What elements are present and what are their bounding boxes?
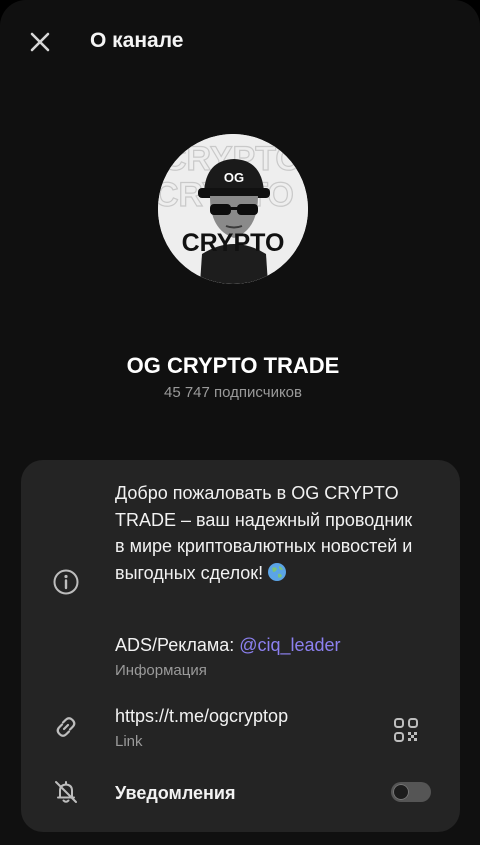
notifications-label: Уведомления (115, 783, 236, 803)
globe-icon (268, 562, 287, 581)
qr-code-icon (394, 718, 418, 742)
channel-info-screen: О канале CRYPTO CRYPTO OG CRYPTO (0, 0, 480, 845)
avatar-cap-text: OG (224, 170, 244, 185)
subscriber-count: 45 747 подписчиков (163, 384, 302, 401)
bell-off-icon (51, 777, 81, 807)
ads-handle-link[interactable]: @ciq_leader (239, 635, 340, 655)
ads-line: ADS/Реклама: @ciq_leader (115, 633, 341, 657)
avatar-image: CRYPTO CRYPTO OG CRYPTO (158, 134, 308, 284)
description-text: Добро пожаловать в OG CRYPTO TRADE – ваш… (115, 483, 413, 583)
avatar-main-text: CRYPTO (182, 229, 285, 257)
qr-code-button[interactable] (389, 713, 423, 747)
toggle-knob (393, 784, 409, 800)
channel-description: Добро пожаловать в OG CRYPTO TRADE – ваш… (115, 480, 415, 586)
close-button[interactable] (26, 28, 54, 56)
info-icon (51, 567, 81, 597)
notifications-toggle[interactable] (391, 782, 431, 802)
channel-name: OG CRYPTO TRADE (126, 353, 340, 378)
ads-label: ADS/Реклама: (115, 635, 240, 655)
page-title: О канале (90, 29, 184, 52)
channel-link[interactable]: https://t.me/ogcryptop (115, 704, 288, 728)
link-sublabel: Link (115, 733, 143, 750)
channel-details-card: Добро пожаловать в OG CRYPTO TRADE – ваш… (21, 460, 460, 832)
close-icon (30, 32, 50, 52)
top-bar: О канале (0, 0, 480, 82)
channel-avatar[interactable]: CRYPTO CRYPTO OG CRYPTO (158, 134, 308, 284)
ads-sublabel: Информация (115, 662, 207, 679)
link-icon (51, 712, 81, 742)
